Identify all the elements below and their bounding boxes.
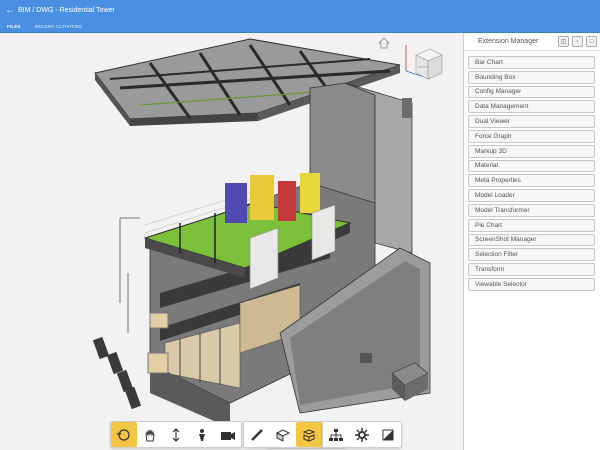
extension-item-dual-viewer[interactable]: Dual Viewer [468, 115, 595, 128]
extension-item-force-graph[interactable]: Force Graph [468, 129, 595, 143]
extension-item-model-loader[interactable]: Model Loader [468, 189, 595, 202]
modeling-toolbar [243, 421, 323, 448]
extension-item-data-management[interactable]: Data Management [468, 100, 595, 114]
yellow-wall-2 [300, 173, 320, 213]
extension-item-pie-chart[interactable]: Pie Chart [468, 218, 595, 232]
extension-item-markup-3d[interactable]: Markup 3D [468, 144, 595, 158]
extension-item-material[interactable]: Material [468, 159, 595, 173]
red-wall [278, 181, 296, 221]
app-header: ← BIM / DWG - Residential Tower [0, 0, 600, 20]
orbit-icon[interactable] [111, 422, 137, 447]
home-icon[interactable] [378, 37, 390, 49]
white-panel-2 [311, 204, 336, 261]
close-panel-icon[interactable]: □ [586, 36, 597, 47]
navigation-toolbar [110, 421, 242, 448]
extension-item-bounding-box[interactable]: Bounding Box [468, 70, 595, 84]
viewcube[interactable]: FRONT [405, 45, 443, 80]
extension-item-bar-chart[interactable]: Bar Chart [468, 56, 595, 69]
settings-icon[interactable] [349, 422, 375, 447]
extension-list: Bar Chart Bounding Box Config Manager Da… [464, 51, 600, 291]
pan-icon[interactable] [137, 422, 163, 447]
minimize-icon[interactable]: ▫ [572, 36, 583, 47]
panel-header: Extension Manager ◫ ▫ □ [464, 33, 600, 51]
fullscreen-icon[interactable] [375, 422, 401, 447]
facade-panels [92, 336, 142, 410]
extension-manager-panel: Extension Manager ◫ ▫ □ Bar Chart Boundi… [463, 33, 600, 450]
first-person-icon[interactable] [189, 422, 215, 447]
explode-icon[interactable] [296, 422, 322, 447]
extension-item-viewable-selector[interactable]: Viewable Selector [468, 277, 595, 291]
extension-item-transform[interactable]: Transform [468, 263, 595, 276]
extension-item-config-manager[interactable]: Config Manager [468, 85, 595, 99]
white-panel [249, 227, 279, 290]
panel-controls: ◫ ▫ □ [558, 36, 597, 47]
3d-viewer[interactable]: FRONT [0, 33, 463, 450]
extension-item-screenshot-manager[interactable]: ScreenShot Manager [468, 233, 595, 247]
viewcube-label: FRONT [418, 65, 428, 69]
dock-icon[interactable]: ◫ [558, 36, 569, 47]
camera-icon[interactable] [215, 422, 241, 447]
model-browser-icon[interactable] [323, 422, 349, 447]
app-root: ← BIM / DWG - Residential Tower FILES RE… [0, 0, 600, 450]
panel-title: Extension Manager [478, 38, 539, 45]
settings-toolbar [322, 421, 402, 448]
extension-item-selection-filter[interactable]: Selection Filter [468, 248, 595, 262]
tab-recent-activities[interactable]: RECENT ACTIVITIES [28, 20, 89, 33]
extension-item-meta-properties[interactable]: Meta Properties [468, 174, 595, 188]
extension-item-model-transformer[interactable]: Model Transformer [468, 203, 595, 217]
yellow-wall [250, 175, 274, 220]
tab-bar: FILES RECENT ACTIVITIES [0, 20, 600, 33]
tab-files[interactable]: FILES [0, 20, 28, 33]
measure-icon[interactable] [244, 422, 270, 447]
page-title: BIM / DWG - Residential Tower [18, 6, 115, 14]
building-model[interactable]: FRONT [0, 33, 463, 450]
back-arrow-icon[interactable]: ← [2, 0, 18, 20]
zoom-icon[interactable] [163, 422, 189, 447]
section-icon[interactable] [270, 422, 296, 447]
blue-wall [225, 183, 247, 223]
